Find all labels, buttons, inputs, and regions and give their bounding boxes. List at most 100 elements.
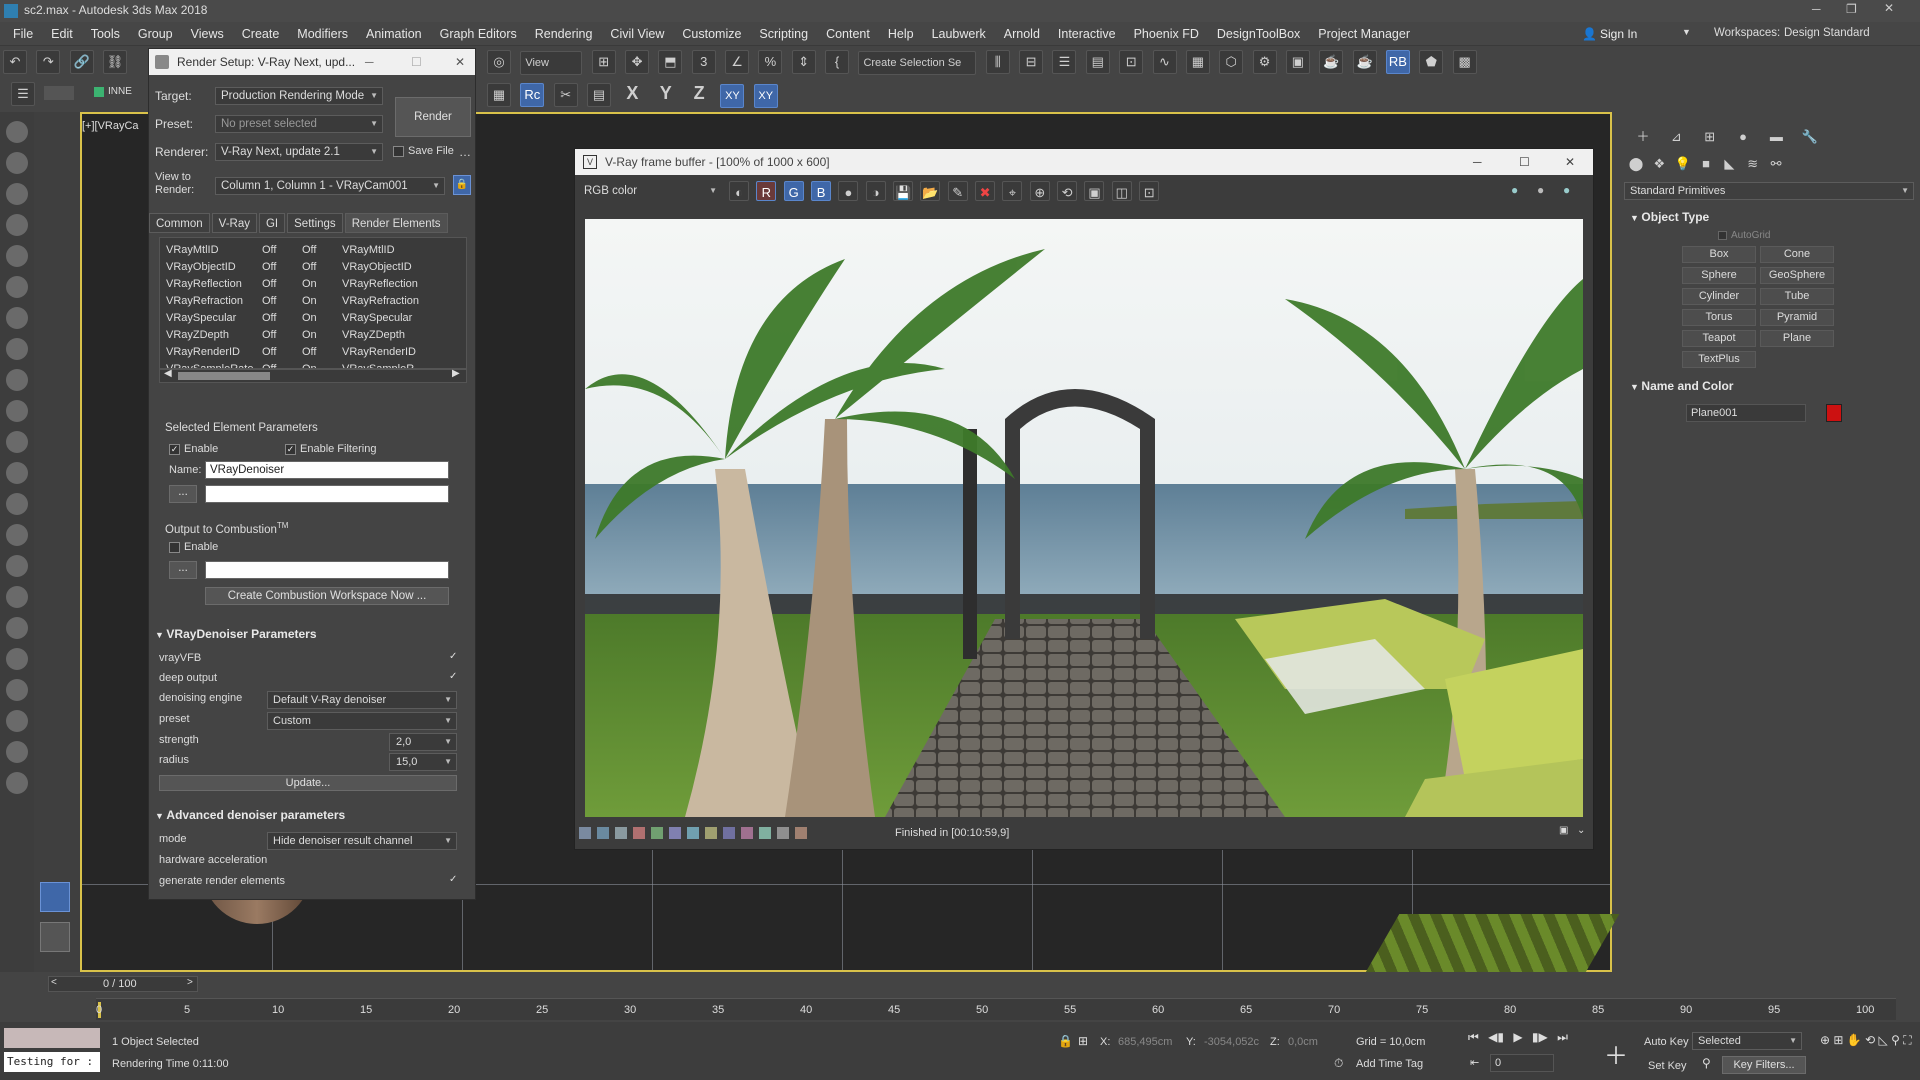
list-item[interactable]: VRayReflection Off On VRayReflection xyxy=(166,276,466,293)
axis-xy-button[interactable]: XY xyxy=(720,84,745,108)
maxscript-mini-listener[interactable]: Testing for : xyxy=(4,1052,100,1072)
material-editor-icon[interactable]: ⬡ xyxy=(1219,50,1244,74)
display-tab-icon[interactable]: ▬ xyxy=(1764,126,1788,150)
lock-icon[interactable]: 🔒 xyxy=(453,175,471,195)
menu-file[interactable]: File xyxy=(4,22,42,46)
green-channel-icon[interactable]: G xyxy=(783,181,804,201)
menu-arnold[interactable]: Arnold xyxy=(995,22,1049,46)
clear-icon[interactable]: ✎ xyxy=(947,181,968,201)
maxscript-listener[interactable] xyxy=(4,1028,100,1048)
close-icon[interactable]: ✕ xyxy=(455,49,465,75)
mono-icon[interactable]: ◑ xyxy=(865,181,886,201)
icc-icon[interactable] xyxy=(741,827,753,839)
tool-icon[interactable] xyxy=(6,152,28,174)
tab-settings[interactable]: Settings xyxy=(287,213,343,233)
utilities-tab-icon[interactable]: 🔧 xyxy=(1798,126,1822,150)
menu-civil-view[interactable]: Civil View xyxy=(601,22,673,46)
tools-icon[interactable]: ✂ xyxy=(553,83,578,107)
close-icon[interactable]: ✕ xyxy=(1884,1,1894,15)
menu-animation[interactable]: Animation xyxy=(357,22,431,46)
menu-content[interactable]: Content xyxy=(817,22,879,46)
modify-tab-icon[interactable]: ⊿ xyxy=(1664,126,1688,150)
viewport-label[interactable]: [+][VRayCa xyxy=(82,120,139,132)
chevron-down-icon[interactable]: ▼ xyxy=(1682,27,1691,37)
stamp-icon[interactable]: ◫ xyxy=(1111,181,1132,201)
visibility-icon[interactable] xyxy=(94,87,104,97)
x-coordinate-field[interactable]: 685,495cm xyxy=(1118,1036,1172,1048)
histogram-icon[interactable] xyxy=(777,827,789,839)
tool-icon[interactable] xyxy=(6,710,28,732)
autogrid-checkbox[interactable]: AutoGrid xyxy=(1718,230,1770,241)
create-combustion-button[interactable]: Create Combustion Workspace Now ... xyxy=(205,587,449,605)
time-tag-icon[interactable]: ⏱ xyxy=(1334,1056,1343,1071)
menu-scripting[interactable]: Scripting xyxy=(750,22,817,46)
workspace-dropdown[interactable]: Design Standard xyxy=(1784,27,1870,39)
tab-gi[interactable]: GI xyxy=(258,213,286,233)
levels-icon[interactable] xyxy=(669,827,681,839)
srgb-icon[interactable] xyxy=(759,827,771,839)
hierarchy-tab-icon[interactable]: ⊞ xyxy=(1698,126,1722,150)
scene-explorer-icon[interactable]: ☰ xyxy=(11,82,35,106)
tool-icon[interactable] xyxy=(6,648,28,670)
object-type-title[interactable]: ▼ Object Type xyxy=(1630,210,1709,224)
combustion-path-field[interactable] xyxy=(205,561,449,579)
move-icon[interactable]: ✥ xyxy=(625,50,650,74)
menu-modifiers[interactable]: Modifiers xyxy=(288,22,357,46)
more-button[interactable]: … xyxy=(459,145,471,159)
tool-icon[interactable] xyxy=(6,617,28,639)
track-mouse-icon[interactable]: ⌖ xyxy=(1002,181,1023,201)
axis-x-button[interactable]: X xyxy=(620,82,644,106)
mode-dropdown[interactable]: Hide denoiser result channel xyxy=(267,832,457,850)
tool-icon[interactable] xyxy=(6,772,28,794)
list-item[interactable]: VRayMtlID Off Off VRayMtlID xyxy=(166,242,466,259)
viewport-layout-icon[interactable] xyxy=(40,882,70,912)
viewport-layout-icon[interactable] xyxy=(40,922,70,952)
generate-render-elements-checkbox[interactable]: ✓ xyxy=(449,874,457,885)
go-to-end-icon[interactable]: ⏭ xyxy=(1557,1030,1568,1044)
curves-icon[interactable] xyxy=(651,827,663,839)
maximize-icon[interactable]: ☐ xyxy=(411,49,422,75)
scroll-thumb[interactable] xyxy=(178,372,270,380)
list-item[interactable]: VRayObjectID Off Off VRayObjectID xyxy=(166,259,466,276)
render-button[interactable]: Render xyxy=(395,97,471,137)
previous-key-icon[interactable]: ◀▮ xyxy=(1488,1030,1504,1044)
next-frame-icon[interactable]: > xyxy=(187,977,193,988)
scroll-left-icon[interactable]: ◀ xyxy=(164,368,172,379)
scale-icon[interactable]: ⬒ xyxy=(658,50,683,74)
link-icon[interactable]: 🔗 xyxy=(69,50,94,74)
tab-common[interactable]: Common xyxy=(149,213,210,233)
red-channel-icon[interactable]: R xyxy=(756,181,777,201)
render-icon[interactable]: ● xyxy=(1511,183,1518,197)
percent-snap-icon[interactable]: % xyxy=(758,50,783,74)
angle-snap-icon[interactable]: ∠ xyxy=(725,50,750,74)
tab-render-elements[interactable]: Render Elements xyxy=(344,213,448,233)
advanced-section-title[interactable]: ▼ Advanced denoiser parameters xyxy=(155,808,345,822)
render-region-icon[interactable]: ● xyxy=(1563,183,1570,197)
unlink-icon[interactable]: ⛓ xyxy=(103,50,128,74)
list-icon[interactable]: ▤ xyxy=(587,83,612,107)
tab-v-ray[interactable]: V-Ray xyxy=(211,213,257,233)
field-of-view-icon[interactable]: ◺ xyxy=(1879,1033,1888,1047)
preset-dropdown[interactable]: No preset selected xyxy=(215,115,383,133)
minimize-icon[interactable]: ─ xyxy=(1812,2,1821,16)
restore-icon[interactable]: ❐ xyxy=(1846,2,1857,16)
axis-xy-cycle-button[interactable]: XY xyxy=(753,84,778,108)
go-to-start-icon[interactable]: ⏮ xyxy=(1468,1030,1479,1044)
render-elements-list[interactable]: VRayMtlID Off Off VRayMtlID VRayObjectID Off O… xyxy=(159,237,467,369)
update-button[interactable]: Update... xyxy=(159,775,457,791)
rendered-image[interactable] xyxy=(585,219,1583,817)
menu-designtoolbox[interactable]: DesignToolBox xyxy=(1208,22,1309,46)
enable-checkbox[interactable]: ✓ Enable xyxy=(169,443,218,455)
primitive-pyramid-button[interactable]: Pyramid xyxy=(1760,309,1834,326)
menu-interactive[interactable]: Interactive xyxy=(1049,22,1125,46)
auto-key-button[interactable]: Auto Key xyxy=(1644,1036,1689,1048)
denoiser-preset-dropdown[interactable]: Custom xyxy=(267,712,457,730)
alpha-icon[interactable]: ● xyxy=(838,181,859,201)
tool-icon[interactable] xyxy=(6,214,28,236)
close-icon[interactable]: ✕ xyxy=(1565,149,1575,175)
element-path-field[interactable] xyxy=(205,485,449,503)
tool-icon[interactable] xyxy=(6,245,28,267)
render-setup-icon[interactable]: ⚙ xyxy=(1252,50,1277,74)
minimize-icon[interactable]: ─ xyxy=(365,49,374,75)
tool-icon[interactable] xyxy=(6,338,28,360)
